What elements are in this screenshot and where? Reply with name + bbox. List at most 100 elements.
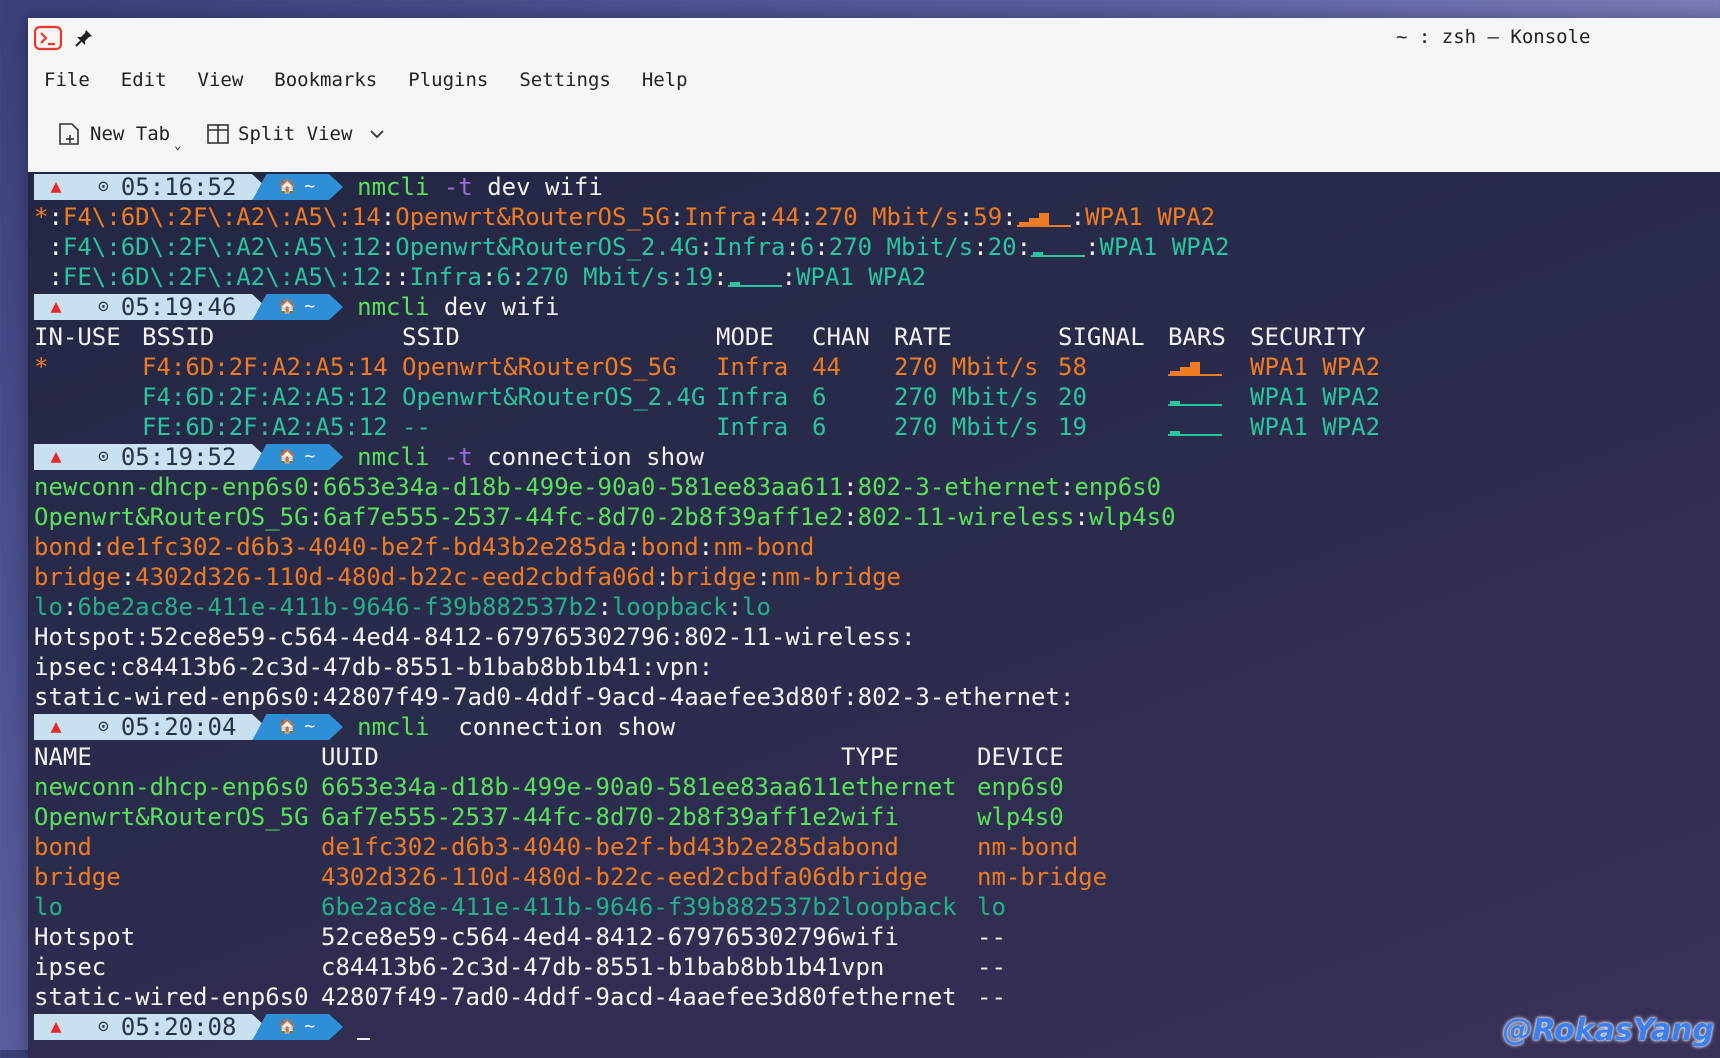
bssid: FE:6D:2F:A2:A5:12 xyxy=(142,413,388,441)
column-header: SECURITY xyxy=(1250,323,1366,351)
sep: : xyxy=(669,203,685,231)
prompt-time: ⊙ 05:20:04 xyxy=(78,713,253,741)
shell-prompt: ▲ ⊙ 05:19:46 🏠 ~ xyxy=(34,292,357,322)
security: WPA1 WPA2 xyxy=(1250,353,1381,381)
terminal-area[interactable]: ▲ ⊙ 05:16:52 🏠 ~ nmcli -t dev wifi *:F4\:6D\:… xyxy=(28,172,1720,1058)
split-view-button[interactable]: Split View xyxy=(206,118,394,150)
signal: 59 xyxy=(973,203,1003,231)
prompt-line: ▲ ⊙ 05:19:52 🏠 ~ nmcli -t connection show xyxy=(28,442,1720,472)
split-view-icon xyxy=(207,124,229,144)
mode: Infra xyxy=(716,383,789,411)
prompt-path-text: ~ xyxy=(304,1016,316,1037)
chan: 6 xyxy=(496,263,511,291)
conn-terse-row: ipsec:c84413b6-2c3d-47db-8551-b1bab8bb1b… xyxy=(28,652,1720,682)
sep: : xyxy=(1059,473,1075,501)
sep: : xyxy=(62,593,78,621)
sep: : xyxy=(106,653,121,681)
sep: : xyxy=(120,563,136,591)
menu-help[interactable]: Help xyxy=(642,69,688,91)
arch-logo-icon: ▲ xyxy=(34,174,78,200)
sep: : xyxy=(48,263,63,291)
new-tab-dropdown-icon[interactable]: ⌄ xyxy=(174,138,181,152)
wifi-terse-row: *:F4\:6D\:2F\:A2\:A5\:14:Openwrt&RouterO… xyxy=(28,202,1720,232)
menu-edit[interactable]: Edit xyxy=(121,69,167,91)
conn-name: Hotspot xyxy=(34,623,136,651)
mode: Infra xyxy=(716,413,789,441)
pin-icon[interactable] xyxy=(74,28,94,48)
conn-device: wlp4s0 xyxy=(1088,503,1176,531)
home-icon: 🏠 xyxy=(278,449,305,465)
sep: : xyxy=(1085,233,1100,261)
signal-bars xyxy=(1168,356,1222,378)
conn-type: loopback xyxy=(841,893,957,921)
conn-table-row: bond de1fc302-d6b3-4040-be2f-bd43b2e285da… xyxy=(28,832,1720,862)
menu-settings[interactable]: Settings xyxy=(519,69,611,91)
menu-file[interactable]: File xyxy=(44,69,90,91)
sep: : xyxy=(135,623,150,651)
konsole-app-icon[interactable] xyxy=(34,24,62,52)
prompt-arrow xyxy=(329,444,344,470)
sep: : xyxy=(698,233,714,261)
signal-bars xyxy=(727,267,782,289)
prompt-time: ⊙ 05:19:46 xyxy=(78,293,253,321)
chan: 44 xyxy=(812,353,841,381)
conn-name: bond xyxy=(34,833,92,861)
column-header: NAME xyxy=(34,743,92,771)
conn-type: wifi xyxy=(841,923,899,951)
conn-name: bridge xyxy=(34,563,121,591)
bssid: F4\:6D\:2F\:A2\:A5\:12 xyxy=(62,233,381,261)
home-icon: 🏠 xyxy=(278,299,305,315)
sep: : xyxy=(698,533,714,561)
wifi-table-row: F4:6D:2F:A2:A5:12 Openwrt&RouterOS_2.4G In… xyxy=(28,382,1720,412)
command-flag: -t xyxy=(443,173,473,201)
sep: : xyxy=(843,473,858,501)
conn-uuid: 6be2ac8e-411e-411b-9646-f39b882537b2 xyxy=(77,593,598,621)
clock-icon: ⊙ xyxy=(98,446,109,467)
menu-view[interactable]: View xyxy=(198,69,244,91)
sep: : xyxy=(698,653,714,681)
sep: : xyxy=(814,233,829,261)
signal: 19 xyxy=(684,263,714,291)
prompt-time-text: 05:20:04 xyxy=(120,713,237,741)
clock-icon: ⊙ xyxy=(98,296,109,317)
conn-uuid: 6653e34a-d18b-499e-90a0-581ee83aa611 xyxy=(321,773,842,801)
mode: Infra xyxy=(409,263,482,291)
prompt-time-text: 05:19:46 xyxy=(120,293,237,321)
prompt-arrow xyxy=(329,714,344,740)
signal: 20 xyxy=(1058,383,1087,411)
signal: 19 xyxy=(1058,413,1087,441)
sep: : xyxy=(380,233,396,261)
conn-uuid: 52ce8e59-c564-4ed4-8412-679765302796 xyxy=(321,923,842,951)
mode: Infra xyxy=(716,353,789,381)
conn-name: bridge xyxy=(34,863,121,891)
conn-type: bridge xyxy=(841,863,928,891)
chan: 44 xyxy=(770,203,800,231)
conn-name: bond xyxy=(34,533,92,561)
security: WPA1 WPA2 xyxy=(1250,383,1381,411)
sep: : xyxy=(395,263,410,291)
new-tab-button[interactable]: New Tab ⌄ xyxy=(58,118,181,152)
sep: : xyxy=(785,233,800,261)
sep: : xyxy=(597,593,612,621)
signal: 58 xyxy=(1058,353,1087,381)
security: WPA1 WPA2 xyxy=(1085,203,1216,231)
conn-type: ethernet xyxy=(841,773,957,801)
shell-prompt: ▲ ⊙ 05:20:04 🏠 ~ xyxy=(34,712,357,742)
shell-prompt: ▲ ⊙ 05:16:52 🏠 ~ xyxy=(34,172,357,202)
prompt-arrow xyxy=(329,294,344,320)
menu-bookmarks[interactable]: Bookmarks xyxy=(274,69,377,91)
conn-device: wlp4s0 xyxy=(977,803,1064,831)
toolbar: New Tab ⌄ Split View xyxy=(28,102,1720,173)
sep: : xyxy=(756,563,771,591)
conn-terse-row: Hotspot:52ce8e59-c564-4ed4-8412-67976530… xyxy=(28,622,1720,652)
chevron-down-icon[interactable] xyxy=(368,128,386,140)
conn-type: bond xyxy=(841,833,899,861)
signal-bars-baseline xyxy=(1031,255,1086,257)
ssid: -- xyxy=(402,413,431,441)
prompt-line: ▲ ⊙ 05:19:46 🏠 ~ nmcli dev wifi xyxy=(28,292,1720,322)
shell-prompt: ▲ ⊙ 05:20:08 🏠 ~ xyxy=(34,1012,357,1042)
prompt-arrow xyxy=(329,1014,344,1040)
konsole-window: ~ : zsh — Konsole File Edit View Bookmar… xyxy=(28,18,1720,1058)
menu-plugins[interactable]: Plugins xyxy=(408,69,488,91)
